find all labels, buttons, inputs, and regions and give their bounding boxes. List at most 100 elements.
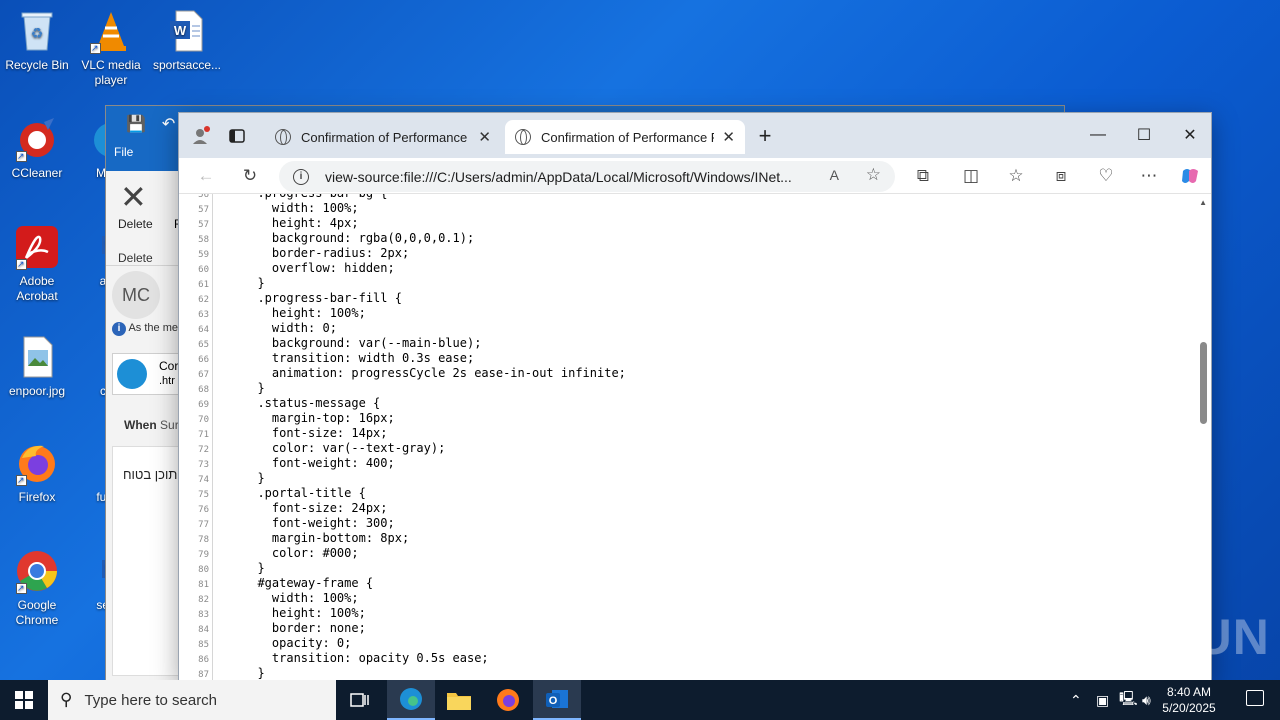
desktop-icon-ccleaner[interactable]: CCleaner — [0, 116, 74, 181]
network-icon[interactable]: 🖳 — [1119, 680, 1138, 720]
source-line: 68 } — [179, 381, 1179, 396]
globe-icon — [275, 129, 291, 145]
volume-icon[interactable]: 🔊︎ — [1142, 680, 1151, 720]
file-tab[interactable]: File — [114, 145, 133, 159]
taskbar-file-explorer[interactable] — [435, 680, 483, 720]
line-code: height: 100%; — [243, 606, 366, 620]
ccleaner-icon — [14, 116, 60, 164]
source-line: 71 font-size: 14px; — [179, 426, 1179, 441]
desktop-icon-chrome[interactable]: Google Chrome — [0, 548, 74, 628]
new-tab-icon[interactable]: + — [751, 123, 779, 149]
refresh-icon[interactable]: ↻ — [235, 163, 265, 189]
desktop-icon-vlc[interactable]: VLC media player — [74, 8, 148, 88]
shortcut-arrow-icon — [16, 473, 27, 488]
desktop-icon-recycle-bin[interactable]: ♻ Recycle Bin — [0, 8, 74, 73]
maximize-icon[interactable]: ☐ — [1121, 121, 1167, 149]
message-body-text: התוכן בטוח — [123, 467, 186, 482]
desktop-icon-label: Adobe Acrobat — [16, 274, 58, 303]
image-file-icon — [14, 334, 60, 380]
line-code: background: var(--main-blue); — [243, 336, 482, 350]
address-bar[interactable]: i view-source:file:///C:/Users/admin/App… — [279, 161, 895, 192]
back-icon[interactable]: ← — [191, 163, 221, 189]
line-code: } — [243, 471, 265, 485]
line-code: border-radius: 2px; — [243, 246, 410, 260]
delete-group-label: Delete — [118, 251, 153, 265]
source-line: 72 color: var(--text-gray); — [179, 441, 1179, 456]
minimize-icon[interactable]: — — [1075, 121, 1121, 149]
source-line: 77 font-weight: 300; — [179, 516, 1179, 531]
address-url[interactable]: view-source:file:///C:/Users/admin/AppDa… — [325, 169, 805, 185]
edge-icon — [400, 688, 422, 710]
scroll-up-icon[interactable]: ▲ — [1199, 198, 1207, 207]
source-line: 70 margin-top: 16px; — [179, 411, 1179, 426]
scrollbar-thumb[interactable] — [1200, 342, 1207, 424]
clock-date: 5/20/2025 — [1162, 701, 1216, 715]
browser-essentials-icon[interactable]: ♡ — [1091, 163, 1121, 189]
desktop-icon-firefox[interactable]: Firefox — [0, 440, 74, 505]
clock[interactable]: 8:40 AM 5/20/2025 — [1154, 684, 1224, 716]
delete-icon[interactable]: ✕ — [120, 181, 147, 213]
collections-icon[interactable]: ⧈ — [1046, 163, 1076, 189]
tab-confirmation-2[interactable]: Confirmation of Performance Por ✕ — [505, 120, 745, 154]
taskbar-search[interactable]: ⚲ Type here to search — [48, 680, 336, 720]
desktop-icon-label: Google Chrome — [15, 598, 59, 627]
source-line: 82 width: 100%; — [179, 591, 1179, 606]
desktop-icon-sportsacce[interactable]: W sportsacce... — [150, 8, 224, 73]
read-aloud-icon[interactable]: A — [830, 167, 839, 183]
more-menu-icon[interactable]: ⋯ — [1134, 163, 1164, 189]
line-code: .progress-bar-bg { — [243, 194, 387, 200]
line-code: background: rgba(0,0,0,0.1); — [243, 231, 475, 245]
line-code: animation: progressCycle 2s ease-in-out … — [243, 366, 626, 380]
info-icon[interactable]: i — [293, 168, 309, 185]
clock-time: 8:40 AM — [1166, 685, 1212, 699]
undo-icon[interactable]: ↶ — [162, 114, 175, 134]
tray-app-icon[interactable]: ▣ — [1096, 680, 1109, 720]
line-code: } — [243, 381, 265, 395]
tab-title: Confirmation of Performance — [301, 129, 468, 145]
profile-icon[interactable] — [187, 123, 215, 149]
close-tab-icon[interactable]: ✕ — [478, 128, 491, 146]
source-line: 66 transition: width 0.3s ease; — [179, 351, 1179, 366]
line-code: margin-top: 16px; — [243, 411, 395, 425]
taskbar-edge[interactable] — [387, 680, 435, 720]
attachment[interactable]: Cor .htr — [112, 353, 182, 395]
windows-logo-icon — [15, 691, 33, 709]
search-icon: ⚲ — [60, 690, 73, 709]
desktop-icon-acrobat[interactable]: Adobe Acrobat — [0, 224, 74, 304]
close-window-icon[interactable]: ✕ — [1167, 121, 1213, 149]
source-line: 56 .progress-bar-bg { — [179, 194, 1179, 201]
notification-icon[interactable] — [1246, 690, 1264, 706]
line-code: transition: width 0.3s ease; — [243, 351, 475, 365]
source-line: 69 .status-message { — [179, 396, 1179, 411]
task-view-icon[interactable] — [336, 680, 384, 720]
source-line: 61 } — [179, 276, 1179, 291]
save-icon[interactable]: 💾 — [126, 114, 146, 134]
source-line: 62 .progress-bar-fill { — [179, 291, 1179, 306]
source-line: 83 height: 100%; — [179, 606, 1179, 621]
favorites-icon[interactable]: ☆ — [1001, 163, 1031, 189]
line-code: font-size: 14px; — [243, 426, 388, 440]
extensions-icon[interactable]: ⧉ — [908, 163, 938, 189]
line-code: } — [243, 561, 265, 575]
favorite-star-icon[interactable]: ☆ — [866, 165, 881, 185]
desktop-icon-label: CCleaner — [11, 166, 63, 180]
delete-button[interactable]: Delete — [118, 217, 153, 231]
close-tab-icon[interactable]: ✕ — [722, 128, 735, 146]
recycle-bin-icon: ♻ — [14, 8, 60, 54]
split-screen-icon[interactable]: ◫ — [956, 163, 986, 189]
outlook-ribbon: ✕ Delete Delete F — [106, 171, 181, 266]
tab-confirmation-1[interactable]: Confirmation of Performance ✕ — [265, 120, 501, 154]
taskbar: ⚲ Type here to search O ⌃ ▣ 🖳 🔊︎ 8:40 AM… — [0, 680, 1280, 720]
desktop-icon-label: Firefox — [18, 490, 56, 504]
word-doc-icon: W — [164, 8, 210, 54]
start-button[interactable] — [0, 680, 48, 720]
source-line: 65 background: var(--main-blue); — [179, 336, 1179, 351]
show-hidden-icons[interactable]: ⌃ — [1070, 680, 1082, 720]
desktop-icon-enpoor[interactable]: enpoor.jpg — [0, 334, 74, 399]
anyrun-watermark: ANY RUN — [1036, 609, 1270, 665]
taskbar-firefox[interactable] — [484, 680, 532, 720]
tab-actions-icon[interactable] — [223, 123, 251, 149]
copilot-icon[interactable] — [1175, 163, 1205, 189]
taskbar-outlook[interactable]: O — [533, 680, 581, 720]
source-line: 86 transition: opacity 0.5s ease; — [179, 651, 1179, 666]
